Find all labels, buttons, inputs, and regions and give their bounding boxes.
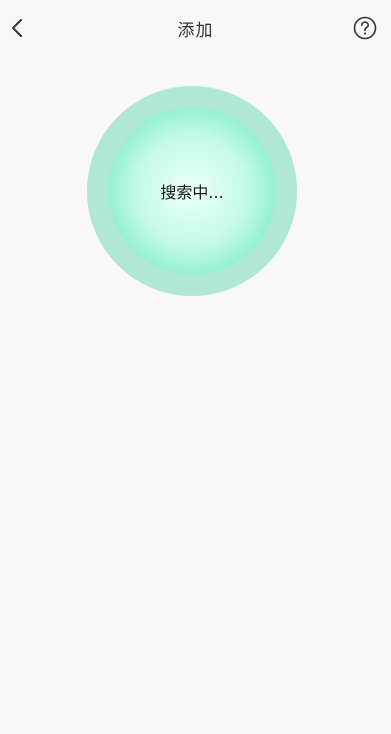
question-circle-icon <box>353 16 377 40</box>
page-title: 添加 <box>177 21 214 41</box>
help-button[interactable] <box>353 16 377 40</box>
search-radar: 搜索中... <box>108 107 276 275</box>
top-bar: 添加 <box>0 0 391 58</box>
search-status-text: 搜索中... <box>160 183 224 202</box>
